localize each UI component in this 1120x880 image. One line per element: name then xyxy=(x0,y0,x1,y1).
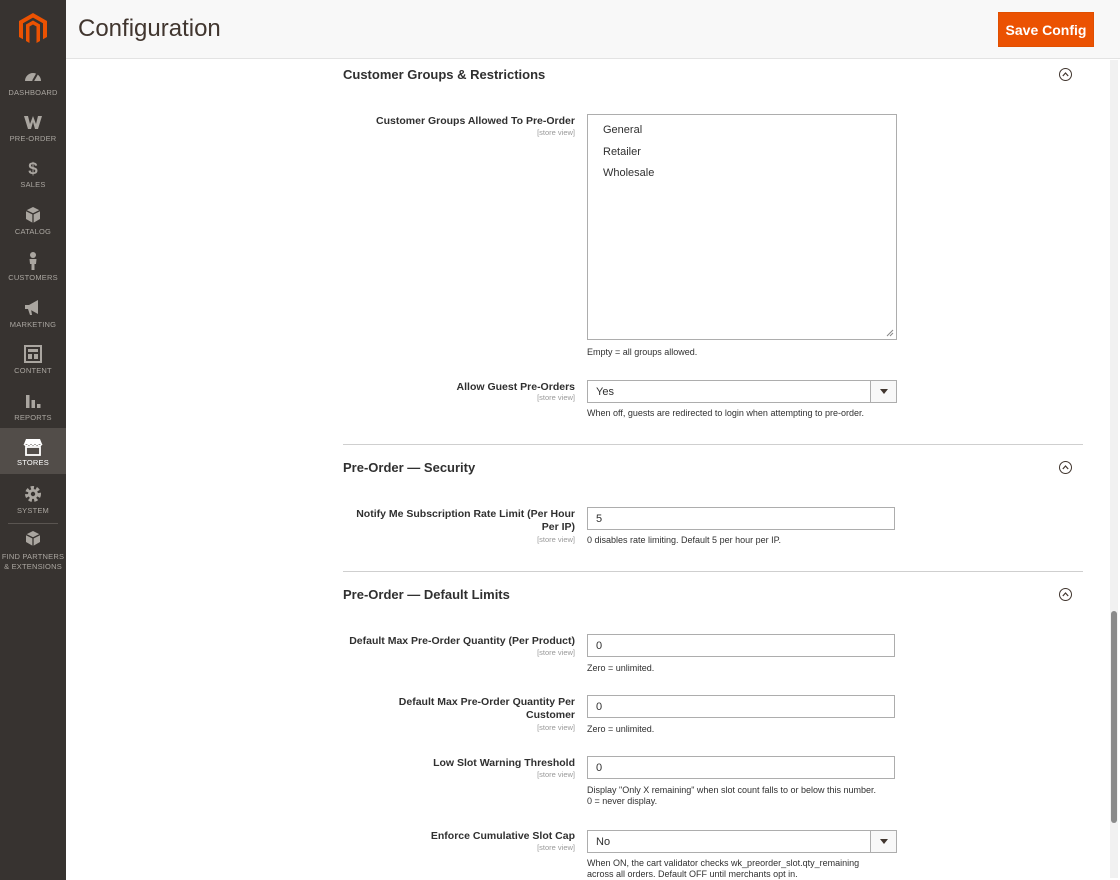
field-note: Empty = all groups allowed. xyxy=(587,347,698,357)
section-title-default-limits[interactable]: Pre-Order — Default Limits xyxy=(343,587,510,602)
page-title: Configuration xyxy=(78,15,221,42)
section-title-security[interactable]: Pre-Order — Security xyxy=(343,460,475,475)
field-note: Display "Only X remaining" when slot cou… xyxy=(587,785,907,807)
sidebar-item-find-partners[interactable]: FIND PARTNERS & EXTENSIONS xyxy=(0,530,66,571)
cumulative-cap-select[interactable]: No xyxy=(587,830,897,853)
sidebar-divider xyxy=(8,523,58,524)
sidebar-item-label: MARKETING xyxy=(9,320,57,329)
section-divider xyxy=(343,444,1083,445)
note-line: When ON, the cart validator checks wk_pr… xyxy=(587,858,860,868)
max-per-customer-input[interactable] xyxy=(587,695,895,718)
preorder-icon xyxy=(24,116,42,129)
bar-chart-icon xyxy=(26,395,41,408)
sidebar-item-sales[interactable]: $ SALES xyxy=(0,158,66,204)
select-toggle[interactable] xyxy=(870,381,896,402)
field-note: 0 disables rate limiting. Default 5 per … xyxy=(587,535,781,545)
scrollbar-thumb[interactable] xyxy=(1111,611,1117,823)
collapse-up-icon[interactable] xyxy=(1059,68,1072,81)
sidebar-item-label: STORES xyxy=(17,458,49,467)
sidebar-item-catalog[interactable]: CATALOG xyxy=(0,205,66,251)
layout-icon xyxy=(24,345,42,363)
svg-text:$: $ xyxy=(28,159,38,178)
scope-label: [store view] xyxy=(537,843,575,852)
sidebar-item-customers[interactable]: CUSTOMERS xyxy=(0,251,66,297)
store-icon xyxy=(23,439,43,456)
chevron-down-icon xyxy=(880,839,888,844)
cubes-icon xyxy=(25,531,41,546)
collapse-up-icon[interactable] xyxy=(1059,588,1072,601)
option-wholesale[interactable]: Wholesale xyxy=(603,167,654,179)
sidebar-item-dashboard[interactable]: DASHBOARD xyxy=(0,66,66,112)
scope-label: [store view] xyxy=(537,393,575,402)
sidebar-item-content[interactable]: CONTENT xyxy=(0,344,66,390)
select-value: Yes xyxy=(596,386,614,398)
note-line: Display "Only X remaining" when slot cou… xyxy=(587,785,877,795)
sidebar-item-label: SALES xyxy=(20,180,46,189)
label-line: Customer xyxy=(525,709,575,721)
option-general[interactable]: General xyxy=(603,124,642,136)
select-toggle[interactable] xyxy=(870,831,896,852)
resize-grip-icon[interactable] xyxy=(886,329,894,337)
field-label-max-per-customer: Default Max Pre-Order Quantity Per Custo… xyxy=(335,696,575,722)
dollar-icon: $ xyxy=(28,159,38,178)
low-slot-threshold-input[interactable] xyxy=(587,756,895,779)
sidebar-item-pre-order[interactable]: PRE-ORDER xyxy=(0,112,66,158)
label-line: Per IP) xyxy=(541,521,575,533)
max-per-product-input[interactable] xyxy=(587,634,895,657)
chevron-down-icon xyxy=(880,389,888,394)
field-label-rate-limit: Notify Me Subscription Rate Limit (Per H… xyxy=(335,508,575,534)
field-note: When off, guests are redirected to login… xyxy=(587,408,864,418)
scope-label: [store view] xyxy=(537,723,575,732)
field-note: When ON, the cart validator checks wk_pr… xyxy=(587,858,907,880)
admin-sidebar: DASHBOARD PRE-ORDER $ SALES CATALOG CUST… xyxy=(0,0,66,880)
field-label-max-per-product: Default Max Pre-Order Quantity (Per Prod… xyxy=(349,635,575,647)
save-config-button[interactable]: Save Config xyxy=(998,12,1094,47)
scope-label: [store view] xyxy=(537,648,575,657)
guest-preorders-select[interactable]: Yes xyxy=(587,380,897,403)
box-icon xyxy=(25,207,41,223)
field-note: Zero = unlimited. xyxy=(587,663,655,673)
sidebar-item-label: CATALOG xyxy=(14,227,52,236)
option-retailer[interactable]: Retailer xyxy=(603,146,641,158)
sidebar-item-label: FIND PARTNERS xyxy=(1,552,65,561)
label-line: Notify Me Subscription Rate Limit (Per H… xyxy=(356,508,575,520)
sidebar-item-label: DASHBOARD xyxy=(8,88,58,97)
field-label-low-slot: Low Slot Warning Threshold xyxy=(433,757,575,769)
field-label-cumulative-cap: Enforce Cumulative Slot Cap xyxy=(430,830,575,842)
person-icon xyxy=(29,252,37,270)
field-label-groups-allowed: Customer Groups Allowed To Pre-Order xyxy=(376,115,575,127)
sidebar-item-label: CUSTOMERS xyxy=(8,273,58,282)
sidebar-item-label: SYSTEM xyxy=(16,506,50,515)
sidebar-item-label: PRE-ORDER xyxy=(9,134,57,143)
section-title-customer-groups[interactable]: Customer Groups & Restrictions xyxy=(343,67,545,82)
note-line: across all orders. Default OFF until mer… xyxy=(587,869,798,879)
select-value: No xyxy=(596,836,611,848)
sidebar-item-stores[interactable]: STORES xyxy=(0,428,66,474)
gear-icon xyxy=(25,486,41,502)
collapse-up-icon[interactable] xyxy=(1059,461,1072,474)
sidebar-item-label: REPORTS xyxy=(14,413,52,422)
customer-groups-multiselect[interactable]: General Retailer Wholesale xyxy=(587,114,897,340)
sidebar-item-label: & EXTENSIONS xyxy=(4,562,62,571)
scope-label: [store view] xyxy=(537,770,575,779)
page-header: Configuration Save Config xyxy=(66,0,1120,59)
rate-limit-input[interactable] xyxy=(587,507,895,530)
scope-label: [store view] xyxy=(537,128,575,137)
dashboard-icon xyxy=(25,73,41,82)
section-divider xyxy=(343,571,1083,572)
magento-logo-icon[interactable] xyxy=(17,12,49,46)
scope-label: [store view] xyxy=(537,535,575,544)
field-note: Zero = unlimited. xyxy=(587,724,655,734)
megaphone-icon xyxy=(25,300,38,315)
note-line: 0 = never display. xyxy=(587,796,658,806)
sidebar-item-marketing[interactable]: MARKETING xyxy=(0,298,66,344)
sidebar-item-label: CONTENT xyxy=(14,366,52,375)
label-line: Default Max Pre-Order Quantity Per xyxy=(398,696,575,708)
